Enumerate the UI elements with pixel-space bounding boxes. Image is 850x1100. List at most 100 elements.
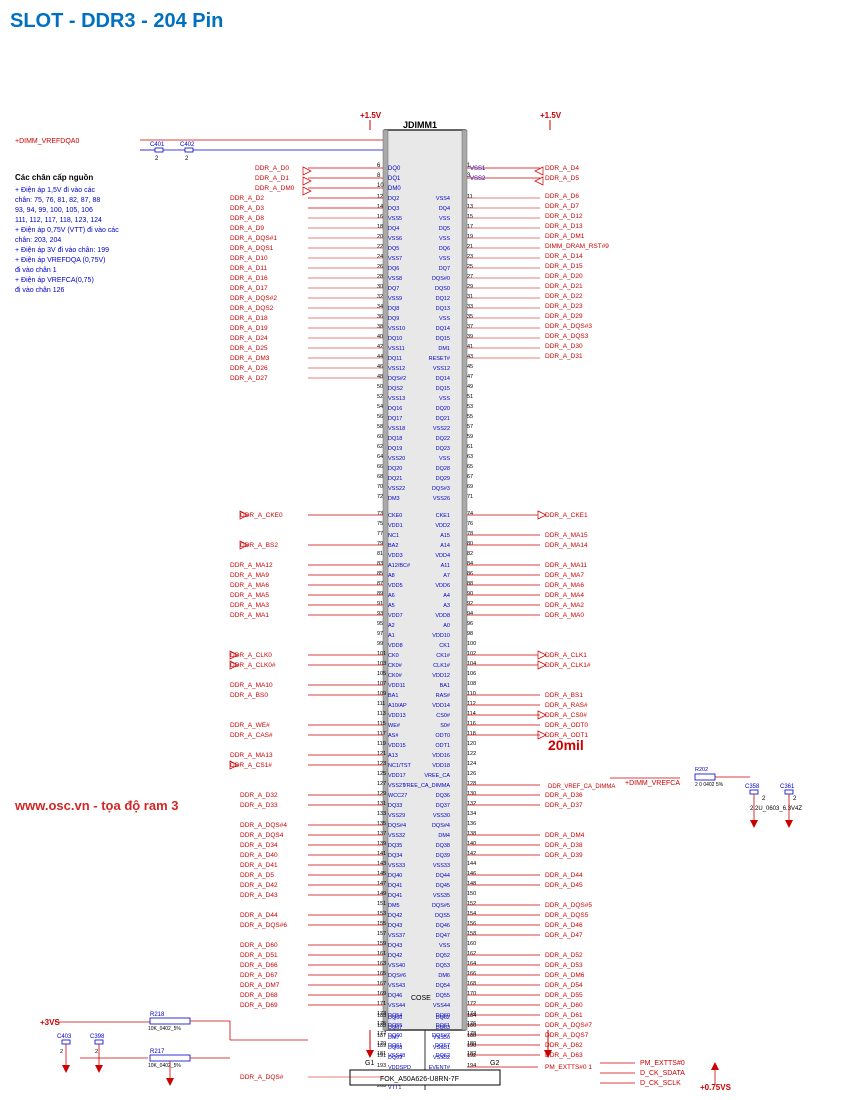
svg-text:DQ47: DQ47 [436, 933, 450, 939]
svg-text:95: 95 [377, 621, 383, 627]
svg-text:VDD8: VDD8 [435, 613, 450, 619]
svg-text:DQ6: DQ6 [388, 266, 399, 272]
svg-text:VDD2: VDD2 [435, 523, 450, 529]
svg-text:35: 35 [467, 314, 473, 320]
svg-text:158: 158 [467, 931, 476, 937]
svg-text:DQ46: DQ46 [388, 993, 402, 999]
svg-text:VSS44: VSS44 [433, 1003, 450, 1009]
cap-c398: C398 [90, 1034, 105, 1040]
svg-text:DDR_A_DM4: DDR_A_DM4 [545, 832, 585, 839]
svg-text:124: 124 [467, 761, 476, 767]
svg-text:DQS2: DQS2 [388, 386, 403, 392]
svg-text:61: 61 [467, 444, 473, 450]
svg-text:81: 81 [377, 551, 383, 557]
svg-text:94: 94 [467, 611, 473, 617]
svg-text:DDR_A_DQS#5: DDR_A_DQS#5 [545, 902, 592, 909]
svg-text:117: 117 [377, 731, 386, 737]
svg-text:125: 125 [377, 771, 386, 777]
schematic-diagram: +1.5V +1.5V JDIMM1 +DIMM_VREFDQA0 C401 C… [0, 50, 850, 1090]
svg-text:106: 106 [467, 671, 476, 677]
svg-text:74: 74 [467, 511, 473, 517]
svg-text:DQ22: DQ22 [436, 436, 450, 442]
svg-text:111: 111 [377, 701, 385, 707]
svg-text:29: 29 [467, 284, 473, 290]
svg-text:DDR_A_D61: DDR_A_D61 [545, 1012, 583, 1019]
svg-text:170: 170 [467, 991, 476, 997]
svg-text:DQ20: DQ20 [436, 406, 450, 412]
svg-text:19: 19 [467, 234, 473, 240]
svg-text:VSS: VSS [439, 316, 450, 322]
svg-text:A6: A6 [388, 593, 395, 599]
svg-text:102: 102 [467, 651, 476, 657]
svg-text:+ Điện áp 3V đi vào chân: 199: + Điện áp 3V đi vào chân: 199 [15, 247, 109, 254]
svg-text:31: 31 [467, 294, 473, 300]
svg-text:143: 143 [377, 861, 386, 867]
svg-text:A11: A11 [441, 563, 450, 569]
svg-text:CKE1: CKE1 [436, 513, 450, 519]
svg-text:72: 72 [377, 494, 383, 500]
mil-label: 20mil [548, 737, 584, 753]
svg-text:DQ37: DQ37 [436, 803, 450, 809]
svg-text:VREE_CA: VREE_CA [424, 773, 450, 779]
svg-text:DDR_A_D66: DDR_A_D66 [240, 962, 278, 969]
svg-text:VSS13: VSS13 [388, 396, 405, 402]
svg-text:DDR_A_D67: DDR_A_D67 [240, 972, 278, 979]
svg-text:10K_0402_5%: 10K_0402_5% [148, 1026, 181, 1032]
svg-text:VDD6: VDD6 [435, 583, 450, 589]
svg-text:DQ16: DQ16 [388, 406, 402, 412]
svg-text:VSS: VSS [439, 216, 450, 222]
svg-text:DDR_A_CKE1: DDR_A_CKE1 [545, 512, 588, 519]
svg-text:DDR_A_D30: DDR_A_D30 [545, 343, 583, 350]
svg-text:DQ38: DQ38 [436, 843, 450, 849]
svg-text:VSS32: VSS32 [388, 833, 405, 839]
svg-text:DQ36: DQ36 [436, 793, 450, 799]
svg-text:DDR_A_D38: DDR_A_D38 [545, 842, 583, 849]
svg-text:VSS22: VSS22 [388, 486, 405, 492]
svg-text:DDR_A_D6: DDR_A_D6 [545, 193, 579, 200]
svg-text:101: 101 [377, 651, 386, 657]
svg-text:138: 138 [467, 831, 476, 837]
svg-text:90: 90 [467, 591, 473, 597]
svg-text:153: 153 [377, 911, 386, 917]
svg-text:145: 145 [377, 871, 386, 877]
svg-text:đi vào chân 126: đi vào chân 126 [15, 287, 65, 294]
svg-text:131: 131 [377, 801, 386, 807]
svg-text:DDR_A_D8: DDR_A_D8 [230, 215, 264, 222]
svg-text:DDR_A_D7: DDR_A_D7 [545, 203, 579, 210]
svg-text:10: 10 [377, 183, 384, 189]
svg-text:DM0: DM0 [388, 186, 401, 192]
svg-text:DQ28: DQ28 [436, 466, 450, 472]
svg-text:VSS52: VSS52 [433, 1055, 450, 1061]
svg-text:DQ6: DQ6 [439, 246, 450, 252]
svg-text:193: 193 [377, 1063, 386, 1069]
svg-text:69: 69 [467, 484, 473, 490]
svg-text:NC1: NC1 [388, 533, 399, 539]
svg-text:66: 66 [377, 464, 383, 470]
svg-text:DQ53: DQ53 [436, 963, 450, 969]
svg-text:166: 166 [467, 971, 476, 977]
svg-text:CK0: CK0 [388, 653, 399, 659]
svg-text:114: 114 [467, 711, 476, 717]
svg-text:BA1: BA1 [440, 683, 450, 689]
svg-text:A15: A15 [440, 533, 450, 539]
svg-text:DDR_A_WE#: DDR_A_WE# [230, 722, 270, 729]
svg-text:2: 2 [95, 1049, 98, 1055]
svg-text:68: 68 [377, 474, 383, 480]
svg-text:VSS43: VSS43 [388, 983, 405, 989]
cap-c361: C361 [780, 784, 795, 790]
svg-text:VDD14: VDD14 [432, 703, 450, 709]
svg-text:A12/BC#: A12/BC# [388, 563, 411, 569]
svg-text:DQ62: DQ62 [436, 1015, 450, 1021]
svg-text:ODT1: ODT1 [435, 743, 450, 749]
svg-text:DDR_A_D41: DDR_A_D41 [240, 862, 278, 869]
svg-text:DDR_A_D24: DDR_A_D24 [230, 335, 268, 342]
svg-text:45: 45 [467, 364, 473, 370]
svg-text:DDR_A_DQS#4: DDR_A_DQS#4 [240, 822, 287, 829]
svg-text:DQS#4: DQS#4 [388, 823, 406, 829]
svg-text:DQ4: DQ4 [388, 226, 399, 232]
svg-text:BA1: BA1 [388, 693, 398, 699]
svg-text:62: 62 [377, 444, 383, 450]
svg-text:32: 32 [377, 294, 383, 300]
svg-text:167: 167 [377, 981, 386, 987]
svg-text:DDR_A_MA11: DDR_A_MA11 [545, 562, 588, 569]
